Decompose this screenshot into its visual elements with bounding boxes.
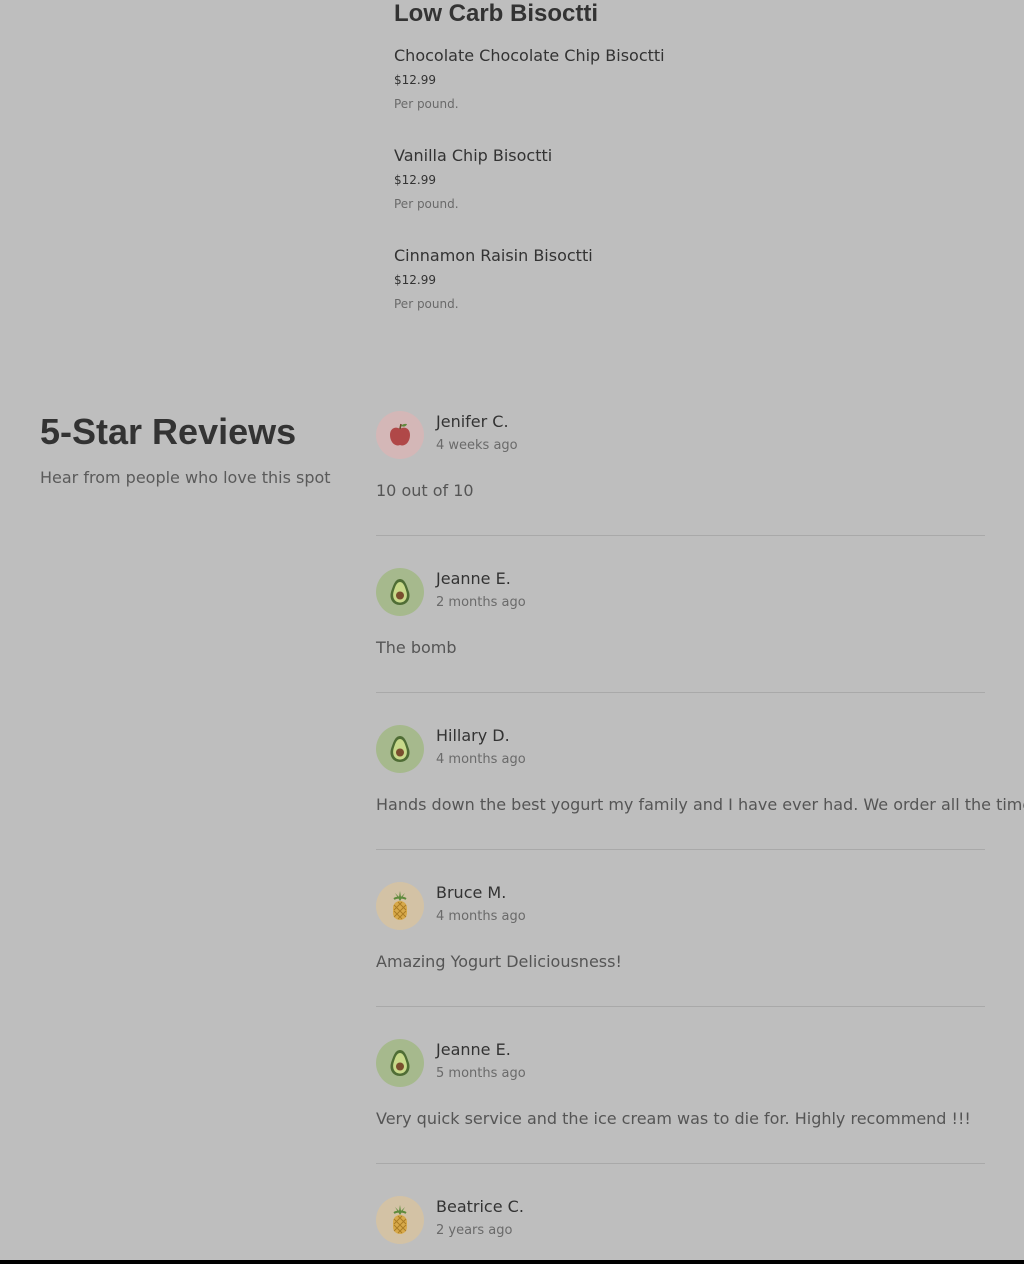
review-time: 4 months ago [436, 909, 526, 924]
review-time: 2 months ago [436, 595, 526, 610]
menu-item[interactable]: Chocolate Chocolate Chip Bisoctti $12.99… [394, 46, 994, 112]
reviewer-name: Hillary D. [436, 726, 510, 745]
avocado-icon [390, 579, 410, 605]
reviews-header: 5-Star Reviews Hear from people who love… [40, 410, 340, 488]
avatar [376, 1196, 424, 1244]
review-card: Jeanne E. 5 months ago Very quick servic… [376, 1039, 985, 1129]
apple-icon [390, 423, 410, 446]
review-card: Hillary D. 4 months ago Hands down the b… [376, 725, 1024, 815]
review-text: Amazing Yogurt Deliciousness! [376, 952, 622, 971]
menu-section-title: Low Carb Bisoctti [394, 0, 599, 27]
review-divider [376, 1163, 985, 1164]
review-divider [376, 1006, 985, 1007]
review-card: Bruce M. 4 months ago Amazing Yogurt Del… [376, 882, 985, 972]
avocado-icon [390, 736, 410, 762]
pineapple-icon [393, 1205, 407, 1234]
reviewer-name: Bruce M. [436, 883, 507, 902]
review-text: 10 out of 10 [376, 481, 474, 500]
menu-item-name: Vanilla Chip Bisoctti [394, 146, 553, 165]
review-time: 4 months ago [436, 752, 526, 767]
review-text: The bomb [376, 638, 457, 657]
reviewer-name: Jeanne E. [436, 569, 511, 588]
review-divider [376, 849, 985, 850]
review-text: Hands down the best yogurt my family and… [376, 795, 1024, 814]
menu-item-price: $12.99 [394, 273, 436, 287]
bottom-bar [0, 1260, 1024, 1264]
review-time: 2 years ago [436, 1223, 513, 1238]
menu-item-description: Per pound. [394, 297, 459, 311]
review-divider [376, 535, 985, 536]
reviewer-name: Beatrice C. [436, 1197, 524, 1216]
reviewer-name: Jenifer C. [436, 412, 509, 431]
menu-item-price: $12.99 [394, 73, 436, 87]
review-divider [376, 692, 985, 693]
avatar [376, 568, 424, 616]
avatar [376, 1039, 424, 1087]
review-time: 5 months ago [436, 1066, 526, 1081]
review-card: Jeanne E. 2 months ago The bomb [376, 568, 985, 658]
menu-item[interactable]: Cinnamon Raisin Bisoctti $12.99 Per poun… [394, 246, 994, 312]
avatar [376, 882, 424, 930]
reviewer-name: Jeanne E. [436, 1040, 511, 1059]
menu-item-price: $12.99 [394, 173, 436, 187]
menu-item-name: Chocolate Chocolate Chip Bisoctti [394, 46, 665, 65]
menu-item-description: Per pound. [394, 197, 459, 211]
avatar [376, 411, 424, 459]
review-time: 4 weeks ago [436, 438, 518, 453]
avocado-icon [390, 1050, 410, 1076]
menu-item[interactable]: Vanilla Chip Bisoctti $12.99 Per pound. [394, 146, 994, 212]
reviews-title: 5-Star Reviews [40, 411, 297, 452]
menu-item-description: Per pound. [394, 97, 459, 111]
review-text: Very quick service and the ice cream was… [376, 1109, 971, 1128]
avatar [376, 725, 424, 773]
menu-item-name: Cinnamon Raisin Bisoctti [394, 246, 593, 265]
review-card: Beatrice C. 2 years ago [376, 1196, 985, 1244]
review-card: Jenifer C. 4 weeks ago 10 out of 10 [376, 411, 985, 501]
pineapple-icon [393, 891, 407, 920]
reviews-subtitle: Hear from people who love this spot [40, 468, 331, 487]
